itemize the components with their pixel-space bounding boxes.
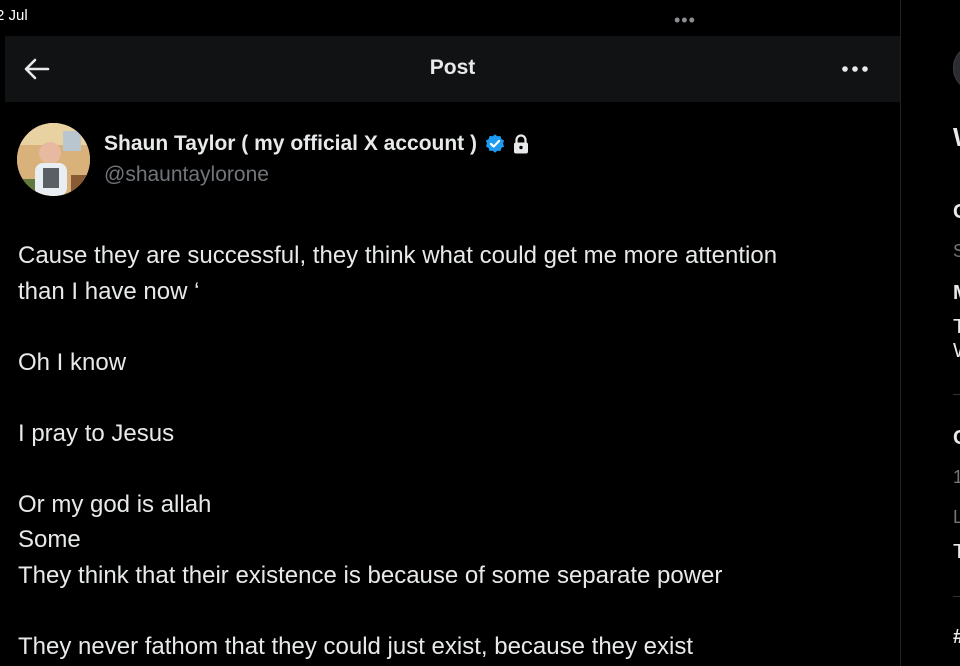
status-bar: 2 Jul ••• <box>0 0 960 36</box>
sidebar-trend-meta: S <box>953 241 960 261</box>
post-line: They never fathom that they could just e… <box>18 632 694 660</box>
sidebar-trend-text: T <box>953 541 960 563</box>
post-line <box>18 451 888 487</box>
page-title: Post <box>429 56 476 79</box>
post-line: than I have now ‘ <box>18 277 200 305</box>
sidebar-trend-meta: L <box>953 507 960 527</box>
post-line: Some <box>18 526 81 553</box>
right-sidebar: W C S M T W C 1 L T # <box>901 0 960 666</box>
multitasking-dots-icon[interactable]: ••• <box>674 10 696 31</box>
sidebar-trend-text: W <box>953 340 960 363</box>
author-name-row[interactable]: Shaun Taylor ( my official X account ) <box>104 132 530 156</box>
sidebar-heading: W <box>953 122 960 153</box>
post-header: Post <box>5 36 900 102</box>
verified-badge-icon[interactable] <box>484 133 506 155</box>
post-line: Or my god is allah <box>18 490 212 518</box>
post-line: I pray to Jesus <box>18 419 175 447</box>
lock-icon <box>512 134 530 154</box>
status-date: 2 Jul <box>0 7 28 24</box>
sidebar-hashtag[interactable]: # <box>953 626 960 649</box>
more-horizontal-icon <box>842 66 868 72</box>
sidebar-trend-title[interactable]: M <box>953 282 960 305</box>
avatar[interactable] <box>17 123 90 196</box>
sidebar-avatar[interactable] <box>953 44 960 92</box>
sidebar-trend-title[interactable]: C <box>953 427 960 450</box>
post-column: Post Shaun Taylor ( my official X accoun… <box>5 36 900 666</box>
sidebar-trend-meta: 1 <box>953 467 960 487</box>
sidebar-divider <box>953 596 960 597</box>
sidebar-trend-text: T <box>953 316 960 338</box>
post-line <box>18 593 888 629</box>
post-line: They think that their existence is becau… <box>18 561 723 589</box>
more-options-button[interactable] <box>835 54 875 84</box>
post-line: Oh I know <box>18 348 127 376</box>
sidebar-divider <box>953 394 960 395</box>
post-text: Cause they are successful, they think wh… <box>18 238 888 664</box>
sidebar-trend-title[interactable]: C <box>953 201 960 224</box>
display-name[interactable]: Shaun Taylor ( my official X account ) <box>104 132 477 156</box>
avatar-photo <box>17 123 90 196</box>
post-line: Cause they are successful, they think wh… <box>18 242 778 269</box>
author-handle[interactable]: @shauntaylorone <box>104 163 269 187</box>
post-line <box>18 309 888 345</box>
post-line <box>18 380 888 416</box>
